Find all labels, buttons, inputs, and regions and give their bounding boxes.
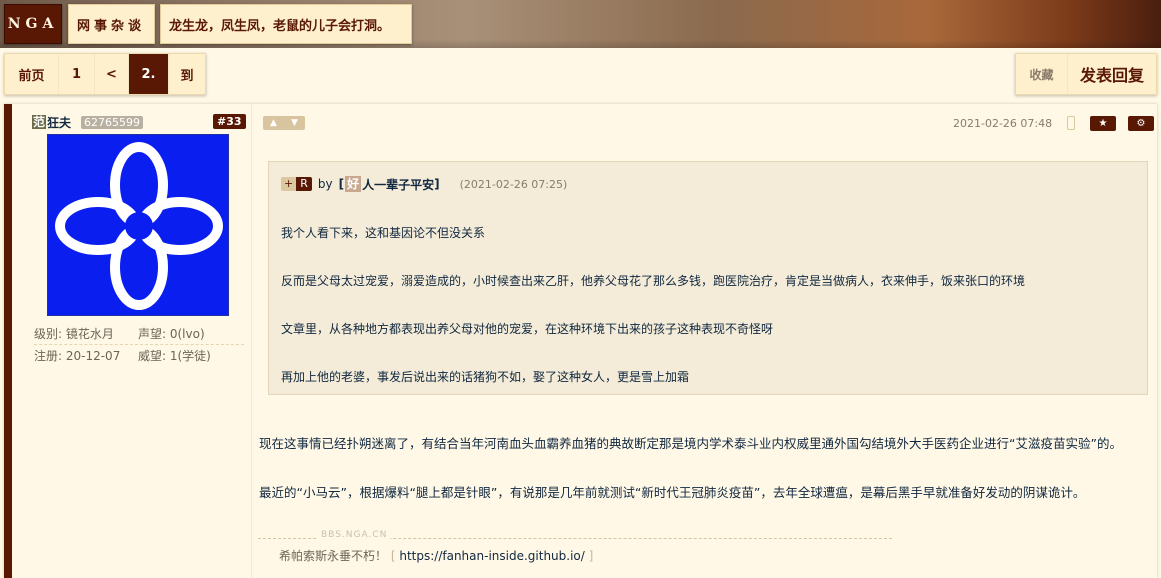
author-uid[interactable]: 62765599	[81, 115, 144, 129]
pagination: 前页 1 < 2. 到	[4, 53, 206, 95]
watermark: BBS.NGA.CN	[318, 530, 391, 540]
floor-badge[interactable]: #33	[213, 114, 246, 129]
quote-line: 文章里，从各种地方都表现出养父母对他的宠爱，在这种环境下出来的孩子这种表现不奇怪…	[281, 322, 774, 336]
quote-expand-button[interactable]: +	[281, 177, 297, 191]
stats-row: 注册: 20-12-07 威望: 1(学徒)	[34, 344, 252, 366]
thumbs-up-icon[interactable]: ▲	[270, 116, 277, 130]
quote-block: + R by [ 好 人一辈子平安 ] (2021-02-26 07:25) 我…	[268, 161, 1148, 395]
author-panel: 范 狂夫 62765599 #33 级别: 镜花水月 声望: 0(lvo) 注册…	[20, 104, 252, 578]
quote-author-name[interactable]: 人一辈子平安	[362, 176, 434, 193]
author-name-row: 范 狂夫 62765599	[32, 114, 144, 131]
prev-arrow-button[interactable]: <	[95, 54, 129, 94]
thumbs-down-icon[interactable]: ▼	[291, 116, 298, 130]
breadcrumb-thread[interactable]: 龙生龙，凤生凤，老鼠的儿子会打洞。	[160, 4, 412, 44]
star-icon[interactable]: ★	[1090, 116, 1116, 131]
quote-time: (2021-02-26 07:25)	[459, 177, 568, 191]
author-stats: 级别: 镜花水月 声望: 0(lvo) 注册: 20-12-07 威望: 1(学…	[34, 322, 252, 366]
current-page: 2.	[129, 54, 169, 94]
quote-author[interactable]: [ 好 人一辈子平安 ]	[339, 176, 440, 193]
stats-row: 级别: 镜花水月 声望: 0(lvo)	[34, 322, 252, 344]
signature-text: 希帕索斯永垂不朽！	[279, 549, 388, 563]
stats-divider	[34, 344, 244, 345]
page-1-button[interactable]: 1	[59, 54, 95, 94]
bracket-close: ]	[434, 177, 440, 191]
post-paragraph: 现在这事情已经扑朔迷离了，有结合当年河南血头血霸养血猪的典故断定那是境内学术泰斗…	[259, 436, 1122, 451]
clover-avatar-image	[55, 142, 223, 310]
prev-page-button[interactable]: 前页	[5, 54, 59, 94]
nga-logo[interactable]: NGA	[4, 4, 62, 44]
register-text: 注册: 20-12-07	[34, 348, 121, 363]
quote-line: 反而是父母太过宠爱，溺爱造成的，小时候查出来乙肝，他养父母花了那么多钱，跑医院治…	[281, 274, 1026, 288]
quote-by-label: by	[317, 177, 333, 191]
vote-buttons[interactable]: ▲ ▼	[263, 116, 305, 130]
quote-line: 我个人看下来，这和基因论不但没关系	[281, 226, 486, 240]
quote-reply-badge[interactable]: R	[296, 177, 312, 191]
goto-page-button[interactable]: 到	[169, 54, 205, 94]
signature-bracket-close: ]	[588, 549, 594, 563]
author-name[interactable]: 狂夫	[47, 114, 71, 131]
signature-link[interactable]: https://fanhan-inside.github.io/	[399, 549, 584, 563]
quote-header: + R by [ 好 人一辈子平安 ] (2021-02-26 07:25)	[281, 176, 567, 192]
author-mark: 范	[32, 115, 47, 129]
reply-button[interactable]: 发表回复	[1068, 54, 1156, 94]
gear-icon[interactable]: ⚙	[1128, 116, 1154, 131]
favorite-button[interactable]: 收藏	[1016, 54, 1068, 94]
breadcrumb-forum[interactable]: 网事杂谈	[68, 4, 155, 44]
reputation-text: 声望: 0(lvo)	[138, 326, 205, 341]
post-paragraph: 最近的“小马云”，根据爆料“腿上都是针眼”，有说那是几年前就测试“新时代王冠肺炎…	[259, 485, 1086, 500]
signature-bracket-open: [	[390, 549, 396, 563]
quote-line: 再加上他的老婆，事发后说出来的话猪狗不如，娶了这种女人，更是雪上加霜	[281, 370, 690, 384]
quote-author-mark: 好	[345, 176, 362, 192]
mobile-device-icon	[1067, 116, 1075, 130]
bracket-open: [	[338, 177, 345, 191]
post: 范 狂夫 62765599 #33 级别: 镜花水月 声望: 0(lvo) 注册…	[4, 104, 1157, 578]
prestige-text: 威望: 1(学徒)	[138, 348, 211, 363]
post-time: 2021-02-26 07:48	[953, 117, 1053, 130]
thread-actions: 收藏 发表回复	[1015, 53, 1157, 95]
level-text: 级别: 镜花水月	[34, 326, 114, 341]
signature: 希帕索斯永垂不朽！ [ https://fanhan-inside.github…	[279, 547, 593, 564]
avatar	[47, 134, 229, 316]
